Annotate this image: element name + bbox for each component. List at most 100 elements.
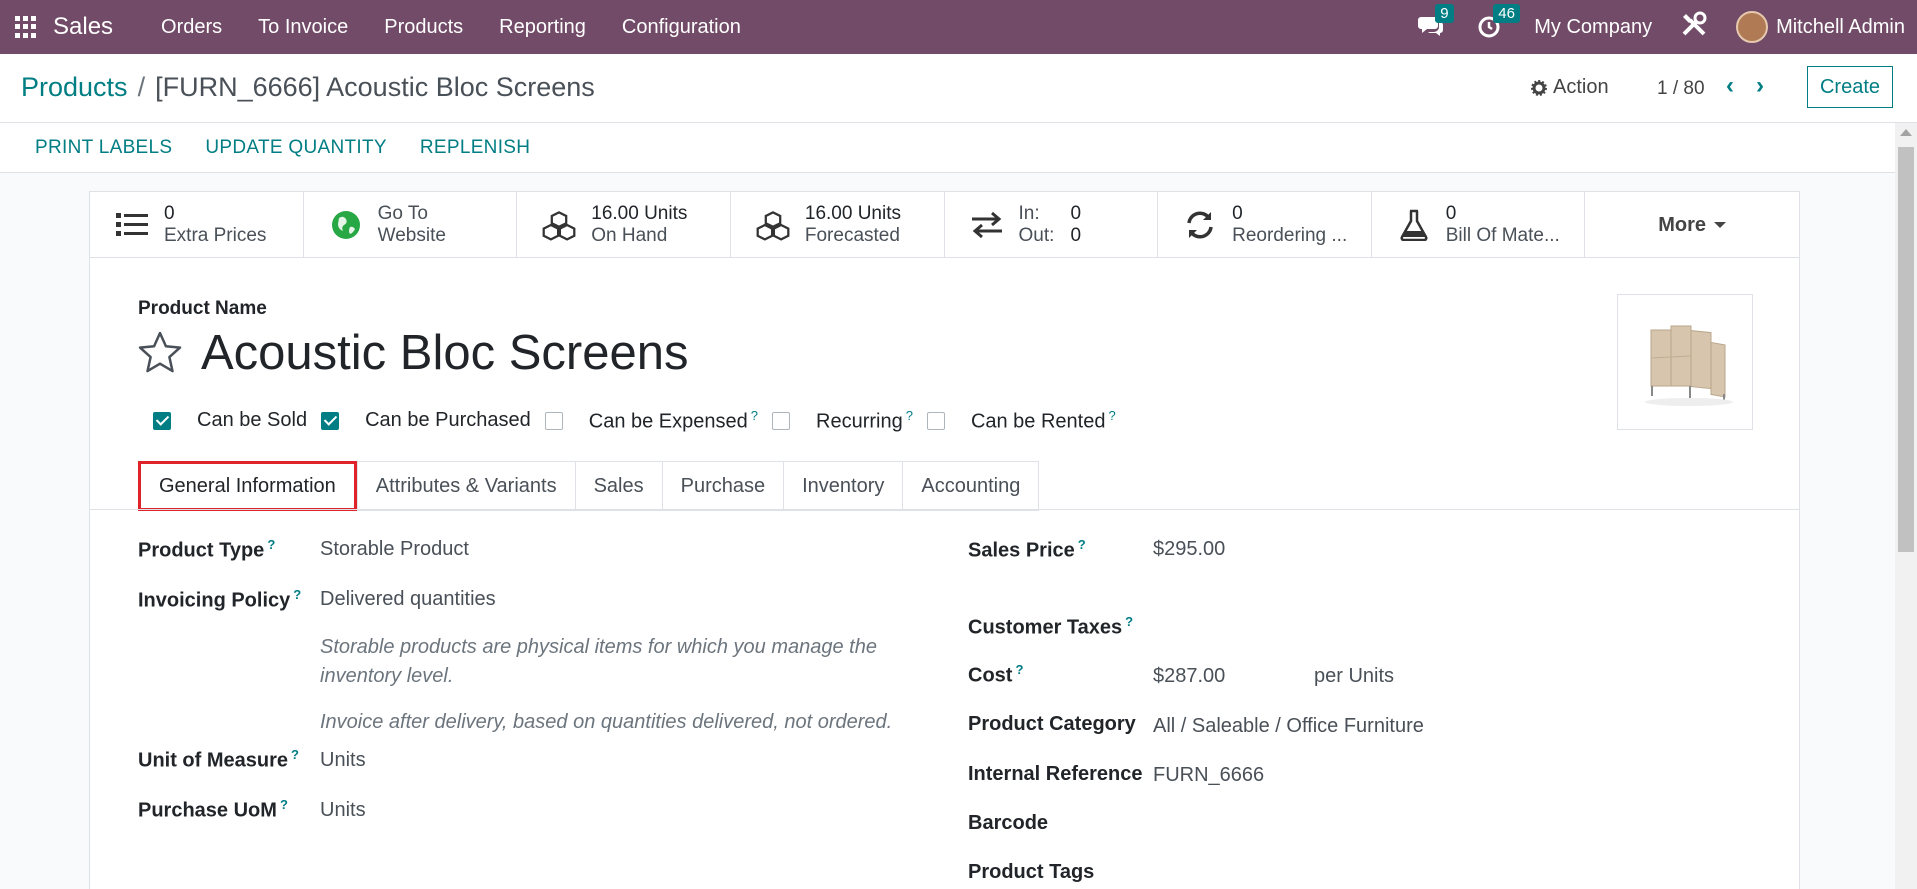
top-navbar: Sales Orders To Invoice Products Reporti… <box>0 0 1917 54</box>
reordering-value: 0 <box>1232 203 1243 224</box>
in-value: 0 <box>1070 203 1082 224</box>
product-type-label: Product Type? <box>138 537 276 562</box>
menu-configuration[interactable]: Configuration <box>604 16 759 39</box>
recurring-label: Recurring? <box>816 408 913 433</box>
pager-next-icon[interactable]: › <box>1756 72 1764 100</box>
bom-value: 0 <box>1445 203 1457 224</box>
help-icon[interactable]: ? <box>291 747 299 762</box>
create-button[interactable]: Create <box>1807 66 1893 108</box>
favorite-star-icon[interactable] <box>137 330 183 376</box>
product-image[interactable] <box>1617 294 1753 430</box>
tab-accounting[interactable]: Accounting <box>902 461 1040 511</box>
vertical-scrollbar[interactable] <box>1895 123 1917 889</box>
uom-label: Unit of Measure? <box>138 747 299 772</box>
refresh-icon <box>1182 207 1218 243</box>
can-be-rented-label: Can be Rented? <box>970 408 1116 433</box>
extra-prices-button[interactable]: 0 Extra Prices <box>90 192 304 258</box>
menu-products[interactable]: Products <box>366 16 481 39</box>
invoicing-policy-field[interactable]: Delivered quantities <box>320 588 496 611</box>
activities-icon[interactable]: 46 <box>1476 4 1520 41</box>
help-icon[interactable]: ? <box>293 587 301 602</box>
can-be-rented-checkbox[interactable] <box>926 411 945 430</box>
on-hand-value: 16.00 Units <box>591 203 688 224</box>
replenish-button[interactable]: REPLENISH <box>420 137 530 159</box>
more-button[interactable]: More <box>1585 192 1799 258</box>
notebook-tabs: General Information Attributes & Variant… <box>138 461 1040 511</box>
scroll-thumb[interactable] <box>1898 147 1914 552</box>
internal-reference-label: Internal Reference <box>968 763 1143 785</box>
product-tags-label: Product Tags <box>968 861 1095 883</box>
product-type-note: Storable products are physical items for… <box>320 636 877 687</box>
systray: 9 46 My Company Mitchell Admin <box>1418 0 1917 54</box>
pager-previous-icon[interactable]: ‹ <box>1726 72 1734 100</box>
help-icon[interactable]: ? <box>1015 662 1023 677</box>
company-switcher[interactable]: My Company <box>1534 16 1652 39</box>
control-panel: Products / [FURN_6666] Acoustic Bloc Scr… <box>0 54 1917 123</box>
recurring-checkbox[interactable] <box>772 411 790 430</box>
debug-tools-icon[interactable] <box>1680 10 1708 45</box>
reordering-label: Reordering ... <box>1232 225 1348 246</box>
product-category-field[interactable]: All / Saleable / Office Furniture <box>1153 715 1424 738</box>
pager-value[interactable]: 1 / 80 <box>1657 78 1705 100</box>
app-name[interactable]: Sales <box>53 13 113 41</box>
help-icon[interactable]: ? <box>1108 408 1115 423</box>
print-labels-button[interactable]: PRINT LABELS <box>35 137 172 159</box>
help-icon[interactable]: ? <box>1125 614 1133 629</box>
go-to-website-button[interactable]: Go To Website <box>304 192 518 258</box>
can-be-expensed-checkbox[interactable] <box>544 411 563 430</box>
form-sheet: 0 Extra Prices Go To Website 16.00 Units On… <box>89 191 1800 889</box>
in-out-button[interactable]: In: 0 Out: 0 <box>945 192 1159 258</box>
invoicing-policy-note: Invoice after delivery, based on quantit… <box>320 711 893 733</box>
extra-prices-label: Extra Prices <box>164 225 267 246</box>
activities-badge: 46 <box>1493 4 1520 23</box>
product-type-field[interactable]: Storable Product <box>320 538 469 561</box>
breadcrumb: Products / [FURN_6666] Acoustic Bloc Scr… <box>21 72 595 103</box>
website-line1: Go To <box>377 203 428 224</box>
cost-label: Cost? <box>968 662 1024 687</box>
forecasted-label: Forecasted <box>804 225 900 246</box>
user-menu[interactable]: Mitchell Admin <box>1776 16 1905 39</box>
action-button[interactable]: Action <box>1531 76 1609 99</box>
reordering-button[interactable]: 0 Reordering ... <box>1158 192 1372 258</box>
purchase-uom-field[interactable]: Units <box>320 799 366 822</box>
menu-to-invoice[interactable]: To Invoice <box>240 16 366 39</box>
forecasted-value: 16.00 Units <box>804 203 901 224</box>
breadcrumb-products[interactable]: Products <box>21 72 128 103</box>
help-icon[interactable]: ? <box>1078 537 1086 552</box>
breadcrumb-current: [FURN_6666] Acoustic Bloc Screens <box>155 72 595 102</box>
help-icon[interactable]: ? <box>280 797 288 812</box>
tab-attributes-variants[interactable]: Attributes & Variants <box>356 461 575 511</box>
product-name[interactable]: Acoustic Bloc Screens <box>201 325 689 381</box>
help-icon[interactable]: ? <box>906 408 913 423</box>
bom-label: Bill Of Mate... <box>1445 225 1560 246</box>
sales-price-field[interactable]: $295.00 <box>1153 538 1225 561</box>
top-menu: Orders To Invoice Products Reporting Con… <box>143 16 759 39</box>
cost-unit: per Units <box>1314 665 1395 687</box>
tabs-divider <box>90 509 1799 510</box>
purchase-uom-label: Purchase UoM? <box>138 797 288 822</box>
forecasted-button[interactable]: 16.00 Units Forecasted <box>731 192 945 258</box>
can-be-purchased-checkbox[interactable] <box>321 411 340 430</box>
bom-button[interactable]: 0 Bill Of Mate... <box>1372 192 1586 258</box>
can-be-expensed-label: Can be Expensed? <box>588 408 758 433</box>
menu-reporting[interactable]: Reporting <box>481 16 604 39</box>
help-icon[interactable]: ? <box>267 537 275 552</box>
tab-sales[interactable]: Sales <box>574 461 662 511</box>
scroll-up-arrow[interactable] <box>1900 129 1912 136</box>
cubes-icon <box>541 207 577 243</box>
update-quantity-button[interactable]: UPDATE QUANTITY <box>205 137 387 159</box>
tab-general-information[interactable]: General Information <box>138 461 357 511</box>
internal-reference-field[interactable]: FURN_6666 <box>1153 764 1264 787</box>
on-hand-button[interactable]: 16.00 Units On Hand <box>517 192 731 258</box>
avatar[interactable] <box>1736 11 1769 43</box>
tab-inventory[interactable]: Inventory <box>783 461 903 511</box>
tab-purchase[interactable]: Purchase <box>661 461 784 511</box>
uom-field[interactable]: Units <box>320 749 366 772</box>
menu-orders[interactable]: Orders <box>143 16 240 39</box>
can-be-purchased-label: Can be Purchased <box>365 409 531 432</box>
help-icon[interactable]: ? <box>751 408 758 423</box>
can-be-sold-checkbox[interactable] <box>153 411 171 430</box>
messages-icon[interactable]: 9 <box>1418 4 1454 41</box>
cost-field[interactable]: $287.00 <box>1153 665 1225 688</box>
apps-menu-icon[interactable] <box>15 16 37 38</box>
